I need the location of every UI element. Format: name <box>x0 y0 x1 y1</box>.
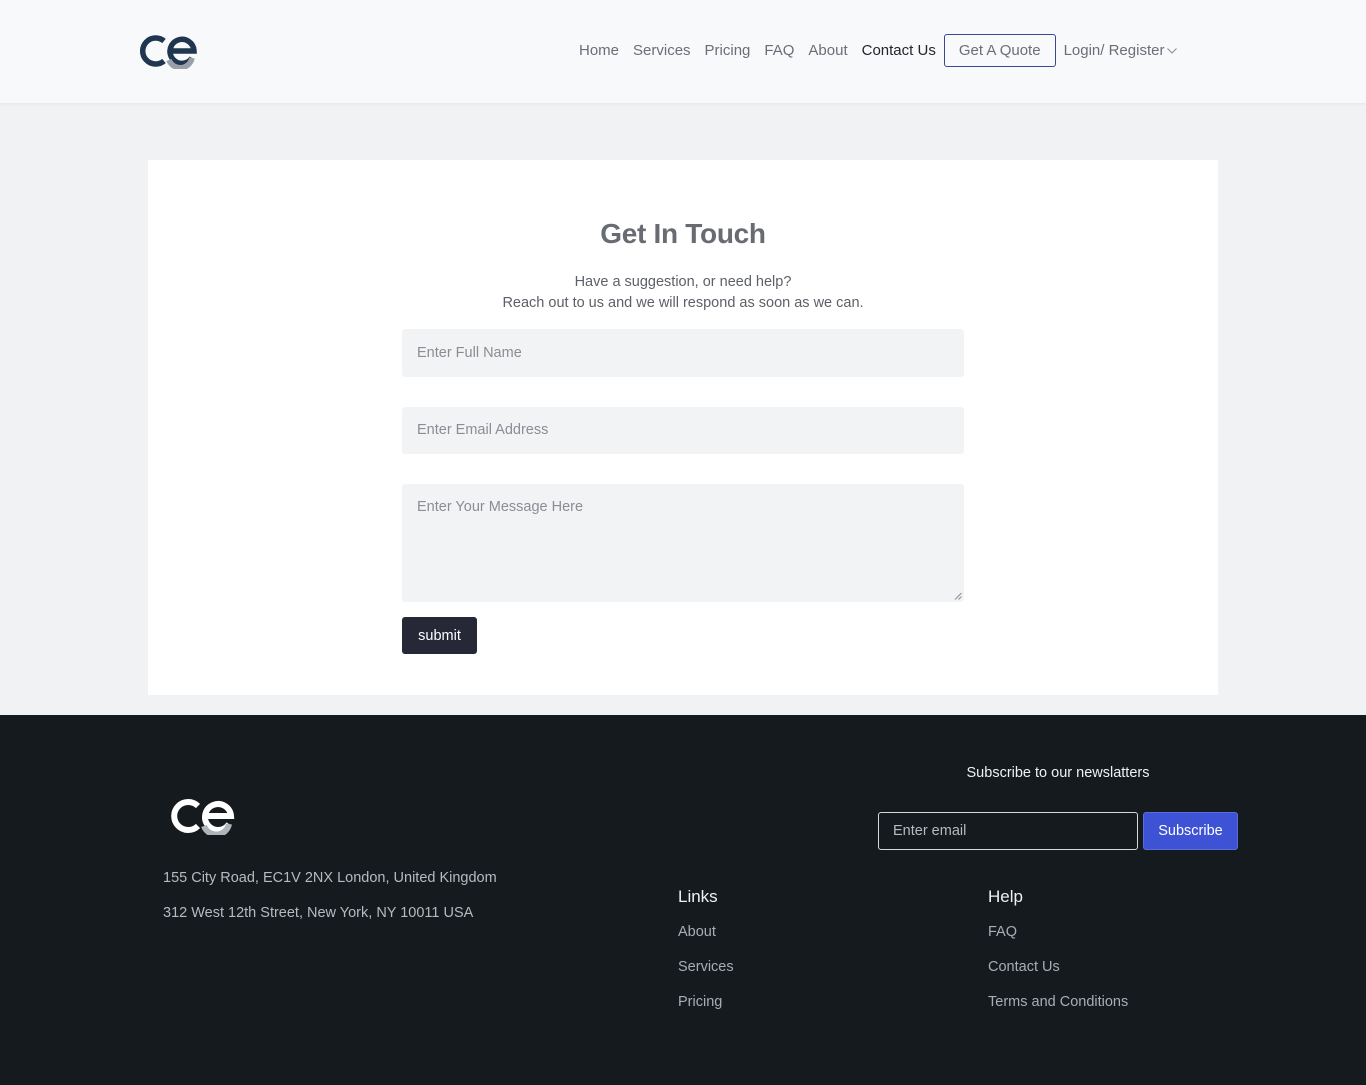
subtitle-line-1: Have a suggestion, or need help? <box>574 274 792 290</box>
footer-link-faq[interactable]: FAQ <box>988 924 1017 940</box>
address-london: 155 City Road, EC1V 2NX London, United K… <box>163 870 497 886</box>
main-nav: Home Services Pricing FAQ About Contact … <box>572 34 1178 67</box>
site-footer: 155 City Road, EC1V 2NX London, United K… <box>0 715 1366 1085</box>
login-register-dropdown[interactable]: Login/ Register <box>1064 42 1178 59</box>
footer-link-contact-us[interactable]: Contact Us <box>988 959 1060 975</box>
footer-brand-logo[interactable] <box>171 797 237 835</box>
message-placeholder: Enter Your Message Here <box>417 499 584 515</box>
submit-button[interactable]: submit <box>402 617 477 654</box>
footer-link-terms[interactable]: Terms and Conditions <box>988 994 1128 1010</box>
newsletter-email-input[interactable]: Enter email <box>878 812 1138 850</box>
nav-about[interactable]: About <box>801 34 854 67</box>
footer-link-pricing[interactable]: Pricing <box>678 994 722 1010</box>
links-heading: Links <box>678 887 718 906</box>
email-address-field[interactable]: Enter Email Address <box>402 407 964 454</box>
login-register-label: Login/ Register <box>1063 42 1165 59</box>
message-textarea[interactable]: Enter Your Message Here <box>402 484 964 602</box>
nav-pricing[interactable]: Pricing <box>698 34 758 67</box>
full-name-field[interactable]: Enter Full Name <box>402 329 964 377</box>
nav-services[interactable]: Services <box>626 34 698 67</box>
page-title: Get In Touch <box>600 218 766 249</box>
newsletter-title: Subscribe to our newslatters <box>966 765 1150 781</box>
help-heading: Help <box>988 887 1023 906</box>
subscribe-button[interactable]: Subscribe <box>1143 812 1238 850</box>
get-a-quote-button[interactable]: Get A Quote <box>943 34 1056 67</box>
nav-faq[interactable]: FAQ <box>757 34 801 67</box>
nav-contact-us[interactable]: Contact Us <box>855 34 943 67</box>
footer-link-services[interactable]: Services <box>678 959 734 975</box>
address-new-york: 312 West 12th Street, New York, NY 10011… <box>163 905 474 921</box>
resize-handle-icon[interactable] <box>954 592 962 600</box>
subtitle-line-2: Reach out to us and we will respond as s… <box>502 295 864 311</box>
nav-home[interactable]: Home <box>572 34 626 67</box>
chevron-down-icon <box>1167 47 1178 54</box>
footer-link-about[interactable]: About <box>678 924 716 940</box>
contact-card: Get In Touch Have a suggestion, or need … <box>148 160 1218 695</box>
site-header: Home Services Pricing FAQ About Contact … <box>0 0 1366 103</box>
brand-logo[interactable] <box>139 33 199 69</box>
